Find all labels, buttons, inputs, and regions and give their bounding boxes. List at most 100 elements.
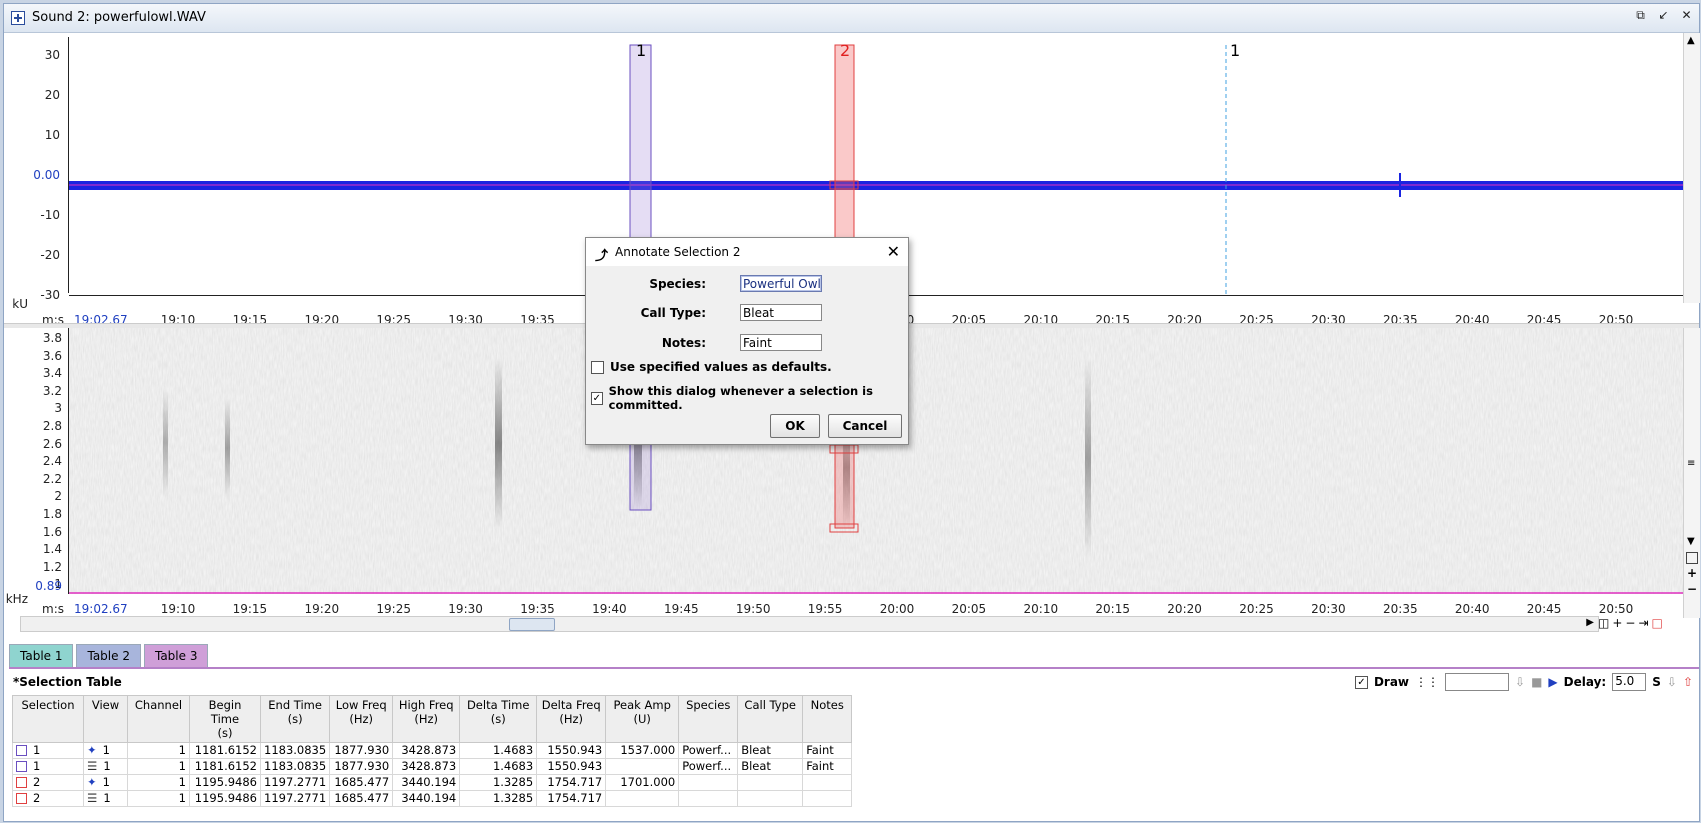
species-field[interactable]: Powerful Owl [740, 275, 822, 292]
column-header[interactable]: High Freq (Hz) [392, 695, 461, 743]
table-cell-high[interactable]: 3440.194 [392, 790, 461, 807]
down-icon[interactable]: ⇩ [1667, 675, 1677, 689]
column-header[interactable]: Species [678, 695, 739, 743]
up-icon[interactable]: ⇧ [1683, 675, 1693, 689]
table-cell-notes[interactable] [802, 774, 853, 791]
table-cell-dt[interactable]: 1.3285 [459, 790, 538, 807]
table-cell-low[interactable]: 1685.477 [329, 790, 394, 807]
table-cell-end[interactable]: 1183.0835 [259, 742, 331, 759]
tab-table-2[interactable]: Table 2 [76, 644, 141, 667]
table-cell-begin[interactable]: 1181.6152 [189, 742, 261, 759]
waveform-vertical-scrollbar[interactable]: ▲ [1683, 33, 1700, 303]
table-cell-view[interactable]: ✦ 1 [83, 774, 128, 791]
columns-icon[interactable]: ⋮⋮ [1415, 675, 1439, 689]
zoom-selection-icon[interactable]: ⇥ [1638, 616, 1648, 630]
zoom-all-icon[interactable]: ◫ [1598, 616, 1609, 630]
time-scrollbar[interactable]: ▶ [20, 616, 1599, 632]
column-header[interactable]: Call Type [737, 695, 804, 743]
cancel-button[interactable]: Cancel [828, 414, 902, 438]
window-titlebar[interactable]: Sound 2: powerfulowl.WAV ⧉ ↙ ✕ [4, 4, 1699, 33]
draw-checkbox[interactable]: ✓ [1354, 675, 1368, 689]
zoom-in-icon[interactable]: + [1687, 566, 1697, 580]
zoom-out-icon[interactable]: − [1687, 582, 1697, 596]
close-icon[interactable]: ✕ [1680, 9, 1693, 22]
table-cell-peak[interactable]: 1537.000 [605, 742, 680, 759]
column-header[interactable]: Notes [802, 695, 853, 743]
table-cell-end[interactable]: 1197.2771 [259, 790, 331, 807]
prev-selection-icon[interactable]: ⇩ [1515, 675, 1525, 689]
spectrogram-vertical-scrollbar[interactable]: ≡ ▼ + − [1683, 328, 1700, 618]
column-header[interactable]: End Time (s) [259, 695, 331, 743]
zoom-page-icon[interactable]: □ [1652, 616, 1663, 630]
table-cell-peak[interactable] [605, 790, 680, 807]
table-cell-call[interactable] [737, 774, 804, 791]
table-cell-begin[interactable]: 1195.9486 [189, 774, 261, 791]
table-cell-view[interactable]: ☰ 1 [83, 790, 128, 807]
table-cell-low[interactable]: 1877.930 [329, 758, 394, 775]
call-type-field[interactable]: Bleat [740, 304, 822, 321]
table-cell-dt[interactable]: 1.4683 [459, 758, 538, 775]
tab-table-1[interactable]: Table 1 [9, 644, 74, 667]
table-cell-begin[interactable]: 1195.9486 [189, 790, 261, 807]
table-cell-channel[interactable]: 1 [127, 742, 190, 759]
time-zoom-out-icon[interactable]: − [1625, 616, 1635, 630]
table-cell-sel[interactable]: 2 [12, 790, 84, 807]
table-cell-begin[interactable]: 1181.6152 [189, 758, 261, 775]
table-row[interactable]: 2 ✦ 1 1 1195.9486 1197.2771 1685.477 3440.194 1.… [12, 774, 853, 791]
column-header[interactable]: View [83, 695, 128, 743]
table-cell-channel[interactable]: 1 [127, 790, 190, 807]
column-header[interactable]: Begin Time (s) [189, 695, 261, 743]
table-cell-notes[interactable] [802, 790, 853, 807]
table-cell-dt[interactable]: 1.3285 [459, 774, 538, 791]
show-dialog-checkbox[interactable]: ✓ [591, 391, 603, 405]
table-cell-species[interactable] [678, 790, 739, 807]
time-scroll-thumb[interactable] [509, 618, 555, 631]
table-cell-df[interactable]: 1550.943 [536, 742, 607, 759]
table-cell-channel[interactable]: 1 [127, 774, 190, 791]
delay-input[interactable]: 5.0 [1612, 673, 1647, 691]
table-cell-species[interactable]: Powerf... [678, 758, 739, 775]
table-cell-low[interactable]: 1877.930 [329, 742, 394, 759]
table-cell-low[interactable]: 1685.477 [329, 774, 394, 791]
table-cell-df[interactable]: 1754.717 [536, 790, 607, 807]
table-cell-notes[interactable]: Faint [802, 742, 853, 759]
table-cell-species[interactable] [678, 774, 739, 791]
column-header[interactable]: Low Freq (Hz) [329, 695, 394, 743]
column-header[interactable]: Delta Time (s) [459, 695, 538, 743]
table-cell-peak[interactable]: 1701.000 [605, 774, 680, 791]
table-cell-df[interactable]: 1550.943 [536, 758, 607, 775]
table-cell-dt[interactable]: 1.4683 [459, 742, 538, 759]
table-row[interactable]: 1 ☰ 1 1 1181.6152 1183.0835 1877.930 3428.873 1.… [12, 758, 853, 775]
table-cell-call[interactable]: Bleat [737, 742, 804, 759]
ok-button[interactable]: OK [770, 414, 820, 438]
table-cell-channel[interactable]: 1 [127, 758, 190, 775]
table-cell-view[interactable]: ✦ 1 [83, 742, 128, 759]
play-selection-icon[interactable]: ▶ [1548, 675, 1557, 689]
defaults-checkbox[interactable] [591, 360, 604, 374]
table-row[interactable]: 1 ✦ 1 1 1181.6152 1183.0835 1877.930 3428.873 1.… [12, 742, 853, 759]
stop-icon[interactable]: ■ [1531, 675, 1542, 689]
table-cell-sel[interactable]: 1 [12, 758, 84, 775]
restore-icon[interactable]: ⧉ [1634, 9, 1647, 22]
table-cell-peak[interactable] [605, 758, 680, 775]
column-header[interactable]: Peak Amp (U) [605, 695, 680, 743]
time-zoom-in-icon[interactable]: + [1612, 616, 1622, 630]
table-row[interactable]: 2 ☰ 1 1 1195.9486 1197.2771 1685.477 3440.194 1.… [12, 790, 853, 807]
column-header[interactable]: Selection [12, 695, 84, 743]
table-cell-high[interactable]: 3428.873 [392, 742, 461, 759]
table-cell-sel[interactable]: 1 [12, 742, 84, 759]
table-cell-notes[interactable]: Faint [802, 758, 853, 775]
table-cell-sel[interactable]: 2 [12, 774, 84, 791]
column-header[interactable]: Channel [127, 695, 190, 743]
table-cell-view[interactable]: ☰ 1 [83, 758, 128, 775]
dialog-close-icon[interactable]: ✕ [887, 242, 900, 261]
tab-table-3[interactable]: Table 3 [143, 644, 209, 667]
minimize-icon[interactable]: ↙ [1657, 9, 1670, 22]
notes-field[interactable]: Faint [740, 334, 822, 351]
search-field[interactable] [1445, 673, 1510, 691]
zoom-fit-icon[interactable] [1686, 552, 1698, 564]
table-cell-species[interactable]: Powerf... [678, 742, 739, 759]
table-cell-call[interactable]: Bleat [737, 758, 804, 775]
table-cell-call[interactable] [737, 790, 804, 807]
table-cell-end[interactable]: 1183.0835 [259, 758, 331, 775]
